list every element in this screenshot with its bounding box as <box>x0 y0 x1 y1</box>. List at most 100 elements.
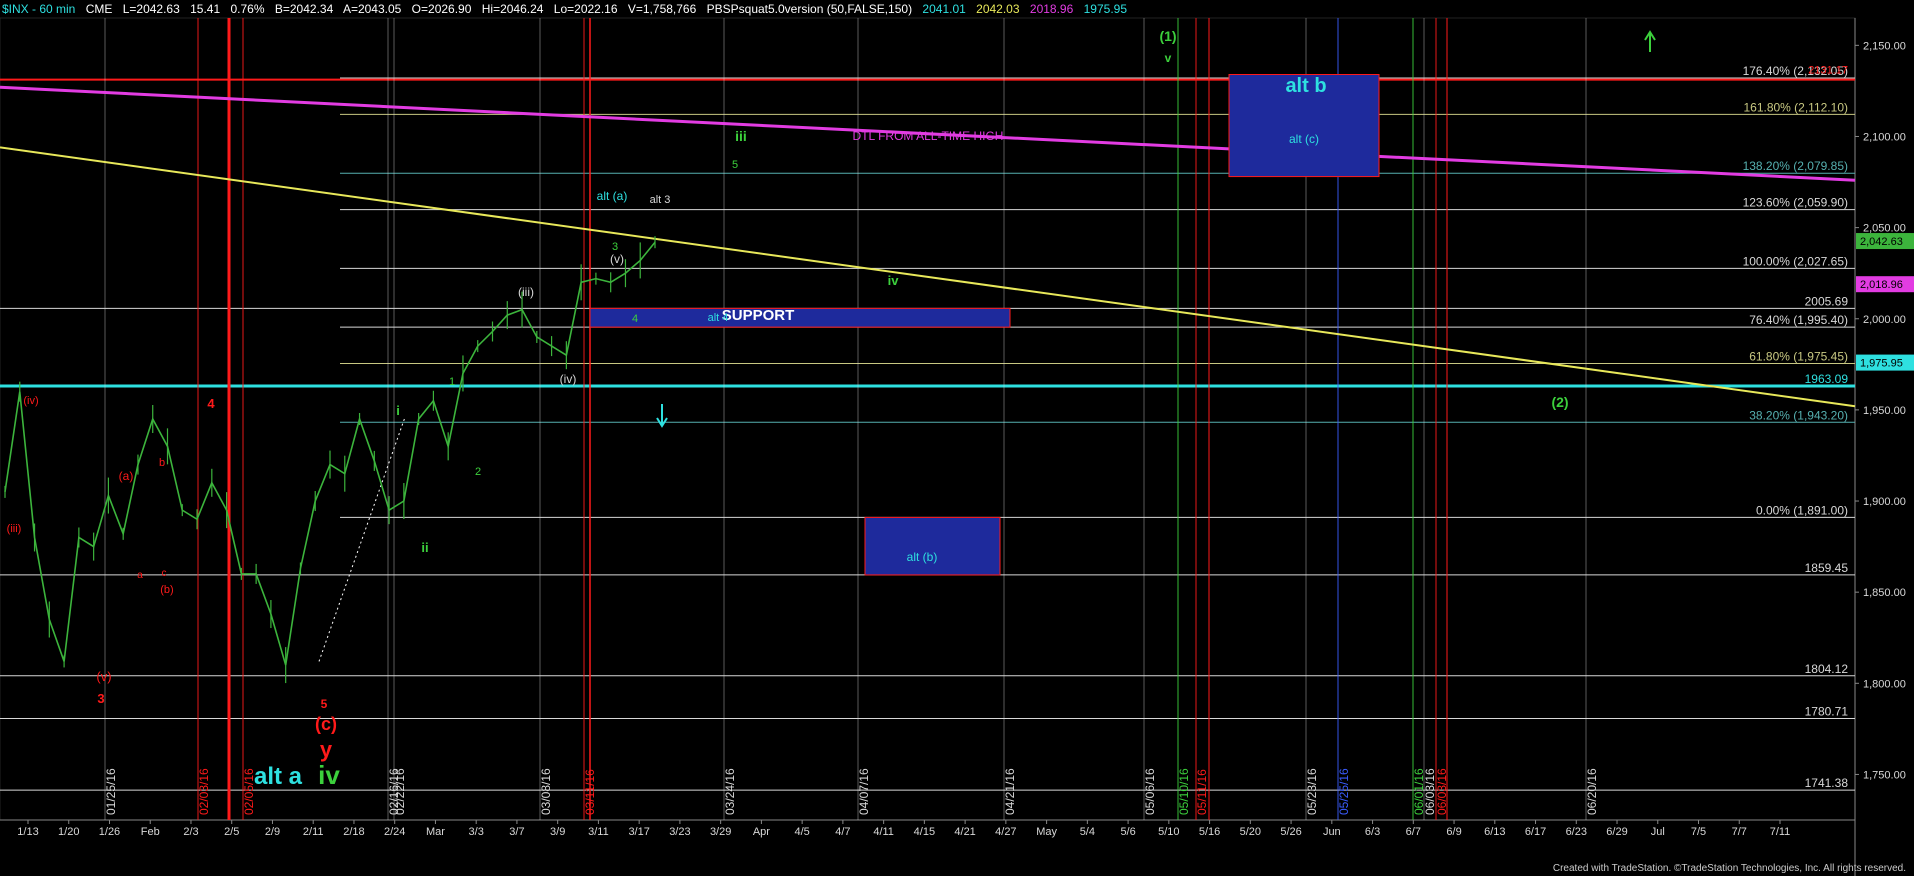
x-tick-label-16: 3/23 <box>669 826 690 838</box>
x-tick-label-17: 3/29 <box>710 826 731 838</box>
x-tick-label-4: 2/3 <box>183 826 198 838</box>
date-label-8: 04/07/16 <box>857 768 871 815</box>
y-tick-label-0: 1,750.00 <box>1863 769 1906 781</box>
x-tick-label-43: 7/11 <box>1770 826 1791 838</box>
annotation-21: 4 <box>632 313 638 325</box>
x-tick-label-9: 2/24 <box>384 826 405 838</box>
date-label-11: 05/10/16 <box>1177 768 1191 815</box>
annotation-34: b <box>159 457 165 469</box>
date-label-1: 02/03/16 <box>197 768 211 815</box>
date-label-13: 05/23/16 <box>1305 768 1319 815</box>
x-tick-label-23: 4/21 <box>954 826 975 838</box>
fib-label-1: 161.80% (2,112.10) <box>1743 100 1848 114</box>
annotation-7: alt 3 <box>650 194 671 206</box>
x-tick-label-8: 2/18 <box>343 826 364 838</box>
yellow-trendline <box>0 146 1856 408</box>
annotation-6: alt (a) <box>597 189 628 203</box>
x-tick-label-36: 6/13 <box>1484 826 1505 838</box>
fib-label-10: 0.00% (1,891.00) <box>1756 503 1848 517</box>
x-tick-label-14: 3/11 <box>588 826 609 838</box>
annotation-32: 4 <box>207 396 215 411</box>
x-tick-label-40: Jul <box>1651 826 1665 838</box>
annotation-4: alt 4 <box>708 312 729 324</box>
date-label-10: 05/06/16 <box>1143 768 1157 815</box>
annotation-0: alt b <box>1285 75 1326 97</box>
annotation-3: SUPPORT <box>722 307 795 324</box>
annotation-27: 5 <box>321 697 328 711</box>
x-tick-label-32: Jun <box>1323 826 1341 838</box>
x-tick-label-13: 3/9 <box>550 826 565 838</box>
x-tick-label-20: 4/7 <box>835 826 850 838</box>
fib-label-6: 76.40% (1,995.40) <box>1749 313 1848 327</box>
annotation-28: (v) <box>96 669 111 684</box>
fib-label-12: 1804.12 <box>1805 662 1849 676</box>
annotation-17: (iii) <box>518 285 534 299</box>
price-tag-label-2: 1,975.95 <box>1860 358 1903 370</box>
fib-label-11: 1859.45 <box>1805 561 1849 575</box>
x-tick-label-7: 2/11 <box>303 826 324 838</box>
x-tick-label-37: 6/17 <box>1525 826 1546 838</box>
date-label-18: 06/20/16 <box>1585 768 1599 815</box>
annotation-9: iii <box>735 128 747 144</box>
date-label-0: 01/25/16 <box>104 768 118 815</box>
date-label-5: 03/08/16 <box>539 768 553 815</box>
x-tick-label-30: 5/20 <box>1240 826 1261 838</box>
fib-label-5: 2005.69 <box>1805 294 1849 308</box>
price-tag-label-0: 2,042.63 <box>1860 236 1903 248</box>
date-label-14: 05/25/16 <box>1337 768 1351 815</box>
fib-label-14: 1741.38 <box>1805 776 1849 790</box>
x-tick-label-33: 6/3 <box>1365 826 1380 838</box>
x-tick-label-26: 5/4 <box>1080 826 1095 838</box>
annotation-1: alt (c) <box>1289 132 1319 146</box>
x-tick-label-41: 7/5 <box>1691 826 1706 838</box>
annotation-29: 3 <box>97 691 104 706</box>
annotation-30: (iii) <box>7 523 22 535</box>
support-box <box>589 307 1011 328</box>
annotation-13: (2) <box>1551 394 1568 410</box>
date-label-12: 05/11/16 <box>1195 769 1209 815</box>
x-tick-label-0: 1/13 <box>17 826 38 838</box>
x-tick-label-35: 6/9 <box>1446 826 1461 838</box>
x-tick-label-38: 6/23 <box>1566 826 1587 838</box>
date-label-7: 03/24/16 <box>723 768 737 815</box>
x-tick-label-25: May <box>1036 826 1057 838</box>
annotation-37: (b) <box>160 584 173 596</box>
annotation-25: y <box>320 737 333 762</box>
x-tick-label-19: 4/5 <box>794 826 809 838</box>
y-tick-label-6: 2,050.00 <box>1863 223 1906 235</box>
x-tick-label-39: 6/29 <box>1606 826 1627 838</box>
x-tick-label-6: 2/9 <box>265 826 280 838</box>
annotation-33: (a) <box>119 469 134 483</box>
price-chart[interactable]: 1/13 1/20 1/26 Feb 2/3 2/5 2/9 2/11 2/18 2/24 Mar 3… <box>0 0 1914 876</box>
annotation-18: (iv) <box>560 372 577 386</box>
fib-label-7: 61.80% (1,975.45) <box>1749 349 1848 363</box>
y-tick-label-5: 2,000.00 <box>1863 314 1906 326</box>
annotation-35: a <box>137 570 143 581</box>
annotation-36: c <box>162 568 167 579</box>
fib-label-4: 100.00% (2,027.65) <box>1743 254 1848 268</box>
x-tick-label-12: 3/7 <box>509 826 524 838</box>
fib-label-9: 38.20% (1,943.20) <box>1749 408 1848 422</box>
annotation-5: alt (b) <box>907 550 938 564</box>
date-label-4: 02/22/16 <box>393 768 407 815</box>
fib-label-2: 138.20% (2,079.85) <box>1743 159 1848 173</box>
annotation-20: 3 <box>612 241 618 253</box>
x-tick-label-21: 4/11 <box>873 826 894 838</box>
x-tick-label-22: 4/15 <box>914 826 935 838</box>
y-tick-label-1: 1,800.00 <box>1863 678 1906 690</box>
x-tick-label-18: Apr <box>753 826 770 838</box>
footer-credit: Created with TradeStation. ©TradeStation… <box>1552 863 1906 874</box>
x-tick-label-34: 6/7 <box>1406 826 1421 838</box>
date-label-9: 04/21/16 <box>1003 768 1017 815</box>
fib-label-8: 1963.09 <box>1805 372 1849 386</box>
annotation-22: 5 <box>732 159 738 171</box>
chart-window: $INX - 60 min CME L=2042.63 15.41 0.76% … <box>0 0 1914 876</box>
fib-label-3: 123.60% (2,059.90) <box>1743 196 1848 210</box>
annotation-2: DTL FROM ALL-TIME HIGH <box>853 129 1004 143</box>
fib-label-13: 1780.71 <box>1805 704 1849 718</box>
price-tag-label-1: 2,018.96 <box>1860 279 1903 291</box>
x-tick-label-42: 7/7 <box>1732 826 1747 838</box>
annotation-10: iv <box>888 273 900 288</box>
x-tick-label-1: 1/20 <box>58 826 79 838</box>
annotation-16: ii <box>421 540 428 555</box>
